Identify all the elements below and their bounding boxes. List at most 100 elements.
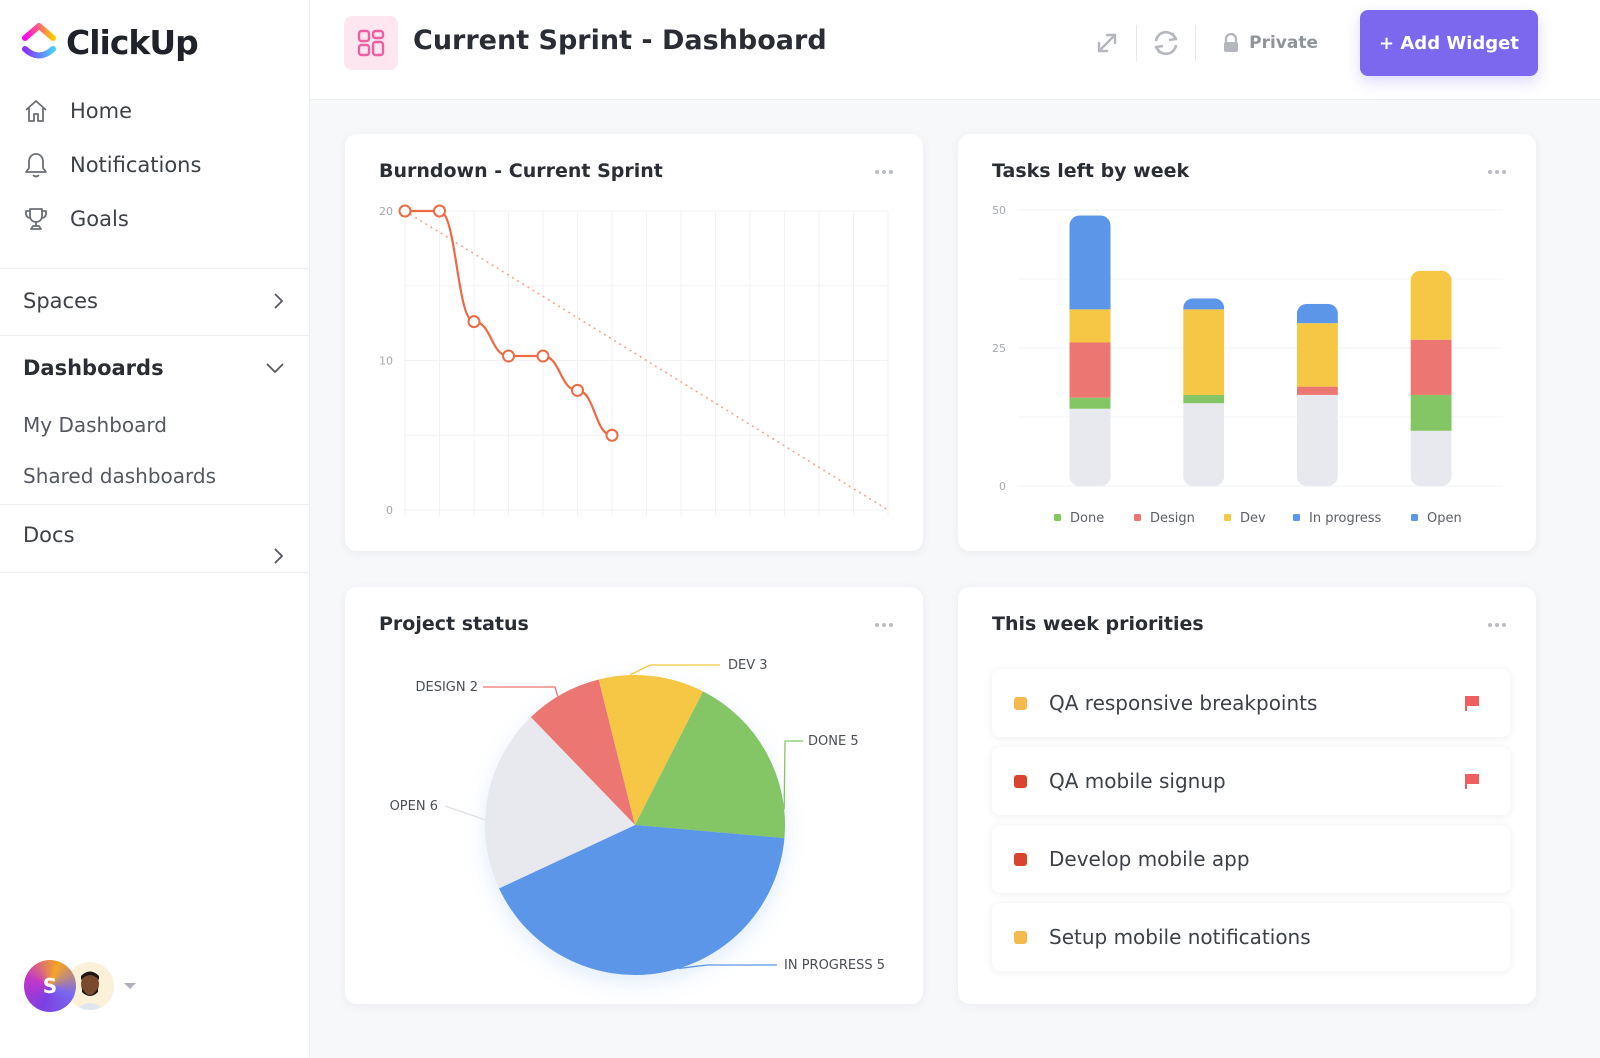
flag-icon[interactable] <box>1462 771 1482 791</box>
bell-icon <box>22 151 50 179</box>
sidebar-section-dashboards: Dashboards My Dashboard Shared dashboard… <box>0 335 309 502</box>
chevron-right-icon <box>274 293 284 309</box>
bar-stack <box>1069 215 1111 486</box>
slice-label: DONE 5 <box>808 734 859 749</box>
header-toolbar: Private + Add Widget <box>1078 10 1538 76</box>
legend-label: Open <box>1427 511 1462 526</box>
sidebar: ClickUp Home Notifications Goals Spaces … <box>0 0 310 1058</box>
legend-swatch <box>1411 514 1418 521</box>
priority-item[interactable]: QA responsive breakpoints <box>992 669 1510 737</box>
refresh-button[interactable] <box>1137 23 1195 63</box>
y-tick-label: 0 <box>999 480 1006 493</box>
y-tick-label: 0 <box>386 504 393 517</box>
priority-status-dot <box>1014 774 1027 788</box>
data-point <box>433 204 446 218</box>
project-status-widget: Project status DESIGN 2 DEV 3 DONE 5 IN PRO… <box>345 587 923 1004</box>
bar-segment-done <box>1410 394 1452 431</box>
priority-list: QA responsive breakpoints QA mobile sign… <box>992 669 1510 981</box>
page-title: Current Sprint - Dashboard <box>413 25 827 56</box>
legend-swatch <box>1054 514 1061 521</box>
legend-label: Done <box>1070 511 1104 526</box>
widget-menu-button[interactable] <box>1488 623 1506 627</box>
priority-label: Setup mobile notifications <box>1049 925 1311 949</box>
priority-label: QA mobile signup <box>1049 769 1226 793</box>
user-menu[interactable]: S <box>24 960 136 1012</box>
sidebar-item-home[interactable]: Home <box>0 84 309 138</box>
priorities-widget: This week priorities QA responsive break… <box>958 587 1536 1004</box>
bar-segment-open <box>1410 430 1452 486</box>
burndown-chart: 0 10 20 <box>379 204 889 517</box>
bar-segment-done <box>1069 397 1111 409</box>
sidebar-item-goals[interactable]: Goals <box>0 192 309 246</box>
sidebar-item-shared-dashboards[interactable]: Shared dashboards <box>0 451 309 502</box>
y-tick-label: 20 <box>379 205 393 218</box>
bar-segment-done <box>1183 394 1225 404</box>
dashboard-icon <box>344 16 398 70</box>
flag-icon[interactable] <box>1462 693 1482 713</box>
spaces-toggle[interactable]: Spaces <box>0 269 309 333</box>
bar-segment-in-progress <box>1183 298 1225 310</box>
lock-icon <box>1224 33 1239 52</box>
app-window: ClickUp Home Notifications Goals Spaces … <box>0 0 1600 1058</box>
slice-label: OPEN 6 <box>390 799 438 814</box>
tasks-by-week-widget: Tasks left by week 0 25 50 Done Design Dev In … <box>958 134 1536 551</box>
bar-segment-open <box>1183 403 1225 486</box>
dashboards-toggle[interactable]: Dashboards <box>0 336 309 400</box>
docs-toggle[interactable]: Docs <box>0 505 309 573</box>
bar-segment-design <box>1296 386 1338 395</box>
add-widget-button[interactable]: + Add Widget <box>1360 10 1538 76</box>
priority-item[interactable]: QA mobile signup <box>992 747 1510 815</box>
pie-slices <box>485 675 785 975</box>
sidebar-nav: Home Notifications Goals <box>0 84 309 246</box>
data-point <box>571 383 584 397</box>
bar-segment-design <box>1069 342 1111 398</box>
fullscreen-button[interactable] <box>1078 23 1136 63</box>
bar-stack <box>1296 303 1338 486</box>
sidebar-item-my-dashboard[interactable]: My Dashboard <box>0 400 309 451</box>
logo[interactable]: ClickUp <box>22 22 199 62</box>
leader-line <box>629 664 720 676</box>
slice-label: IN PROGRESS 5 <box>784 958 885 973</box>
leader-line <box>444 805 486 821</box>
logo-text: ClickUp <box>66 22 199 62</box>
chevron-right-icon <box>274 548 284 564</box>
caret-down-icon[interactable] <box>124 983 136 989</box>
dot <box>1495 623 1499 627</box>
priority-status-dot <box>1014 930 1027 944</box>
priority-label: Develop mobile app <box>1049 847 1250 871</box>
spaces-label: Spaces <box>23 289 98 313</box>
burndown-widget: Burndown - Current Sprint 0 10 20 <box>345 134 923 551</box>
bar-segment-dev <box>1183 309 1225 395</box>
privacy-toggle[interactable]: Private <box>1196 33 1360 53</box>
sidebar-item-notifications[interactable]: Notifications <box>0 138 309 192</box>
page-header: Current Sprint - Dashboard Private + Add… <box>310 0 1600 100</box>
data-point <box>502 349 515 363</box>
bar-segment-in-progress <box>1069 215 1111 310</box>
data-point <box>467 315 481 329</box>
priority-status-dot <box>1014 852 1027 866</box>
slice-label: DESIGN 2 <box>415 680 478 695</box>
priority-item[interactable]: Setup mobile notifications <box>992 903 1510 971</box>
sidebar-section-docs: Docs <box>0 504 309 573</box>
priority-item[interactable]: Develop mobile app <box>992 825 1510 893</box>
dot <box>1488 623 1492 627</box>
leader-line <box>678 964 777 970</box>
legend-label: Dev <box>1240 511 1266 526</box>
bar-stack <box>1410 270 1452 486</box>
bar-segment-dev <box>1296 323 1338 387</box>
trophy-icon <box>22 205 50 233</box>
priority-status-dot <box>1014 696 1027 710</box>
data-point <box>605 428 619 442</box>
y-tick-label: 10 <box>379 355 393 368</box>
sidebar-item-label: Goals <box>70 207 129 231</box>
bar-stack <box>1183 298 1225 486</box>
bar-segment-in-progress <box>1296 303 1338 324</box>
chevron-down-icon <box>266 363 284 374</box>
slice-label: DEV 3 <box>728 658 768 673</box>
y-tick-label: 50 <box>992 204 1006 217</box>
dot <box>1502 623 1506 627</box>
dashboards-label: Dashboards <box>23 356 164 380</box>
legend-label: In progress <box>1309 511 1382 526</box>
legend-swatch <box>1134 514 1141 521</box>
sidebar-item-label: Home <box>70 99 133 123</box>
